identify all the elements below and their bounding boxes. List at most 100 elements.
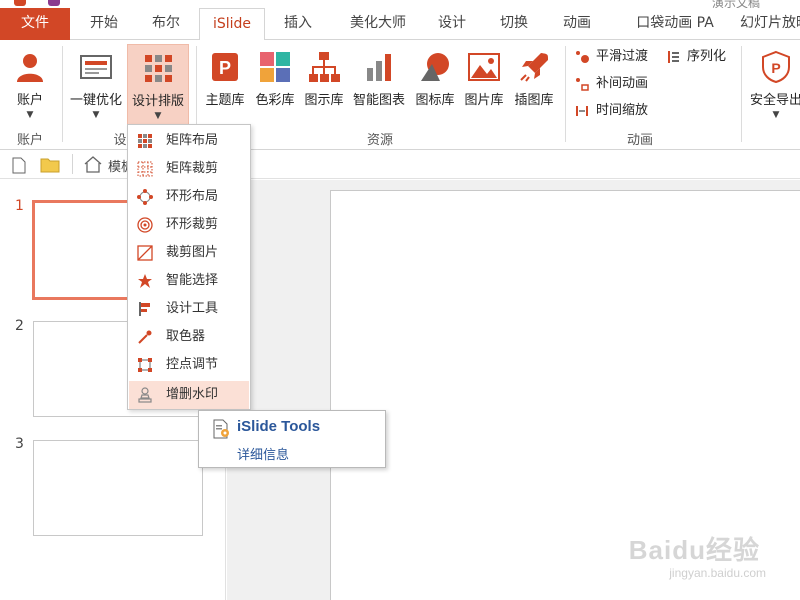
- picture-icon: [468, 53, 500, 81]
- menu-item-label: 矩阵裁剪: [166, 161, 219, 176]
- secure-export-button[interactable]: P 安全导出 ▼: [746, 44, 800, 126]
- menu-item-label: 矩阵布局: [166, 133, 219, 148]
- smart-chart-button[interactable]: 智能图表: [349, 44, 409, 126]
- menu-item-design-tools[interactable]: 设计工具: [129, 295, 249, 323]
- optimize-label: 一键优化: [69, 93, 122, 108]
- tween-animation-button[interactable]: 补间动画: [572, 73, 648, 95]
- serialize-button[interactable]: 序列化: [663, 46, 726, 68]
- menu-item-watermark[interactable]: 增删水印: [129, 381, 249, 409]
- picture-library-button[interactable]: 图片库: [460, 44, 508, 126]
- tab-islide[interactable]: iSlide: [199, 8, 265, 41]
- tab-beautify-master[interactable]: 美化大师: [336, 8, 420, 40]
- new-file-icon[interactable]: [12, 157, 26, 174]
- smart-select-icon: [138, 274, 152, 288]
- resource-label: 图示库: [304, 93, 344, 108]
- resource-label: 色彩库: [255, 93, 295, 108]
- account-button[interactable]: 账户 ▼: [4, 44, 56, 126]
- title-strip: [0, 0, 800, 8]
- tween-icon: [576, 78, 589, 91]
- chevron-down-icon: ▼: [92, 110, 100, 120]
- chevron-down-icon: ▼: [26, 110, 34, 120]
- group-label-resources: 资源: [366, 133, 393, 148]
- color-picker-icon: [138, 330, 152, 344]
- slide-number: 1: [15, 198, 24, 214]
- folder-icon[interactable]: [40, 157, 60, 173]
- handle-adjust-icon: [138, 358, 152, 372]
- theme-library-icon: P: [212, 53, 238, 81]
- smooth-transition-button[interactable]: 平滑过渡: [572, 46, 648, 68]
- svg-text:P: P: [219, 58, 231, 78]
- resource-label: 智能图表: [352, 93, 405, 108]
- menu-item-matrix-crop[interactable]: 矩阵裁剪: [129, 155, 249, 183]
- group-divider: [565, 46, 566, 142]
- design-layout-dropdown: 矩阵布局 矩阵裁剪 环形布局 环形裁剪 裁剪图片 智能选择 设计工具 取色器 控…: [127, 124, 251, 410]
- tab-transitions[interactable]: 切换: [490, 8, 538, 40]
- time-scale-icon: [576, 106, 588, 116]
- tab-home[interactable]: 开始: [78, 8, 130, 40]
- theme-library-button[interactable]: P 主题库: [200, 44, 250, 126]
- menu-item-ring-crop[interactable]: 环形裁剪: [129, 211, 249, 239]
- tab-boolean[interactable]: 布尔: [140, 8, 192, 40]
- resource-label: 图标库: [415, 93, 455, 108]
- menu-item-label: 环形裁剪: [166, 217, 219, 232]
- tooltip-title: iSlide Tools: [237, 418, 321, 435]
- menu-item-smart-select[interactable]: 智能选择: [129, 267, 249, 295]
- smooth-transition-icon: [576, 51, 589, 63]
- time-scale-label: 时间缩放: [596, 103, 649, 118]
- slide-thumbnail-3[interactable]: [33, 440, 203, 536]
- account-label: 账户: [16, 93, 43, 108]
- chevron-down-icon: ▼: [154, 111, 162, 121]
- group-divider: [741, 46, 742, 142]
- icon-library-icon: [421, 53, 449, 81]
- group-label-animation: 动画: [626, 133, 653, 148]
- slide-number: 2: [15, 318, 24, 334]
- watermark-url: jingyan.baidu.com: [669, 566, 766, 580]
- resource-label: 图片库: [464, 93, 504, 108]
- tooltip-details-link[interactable]: 详细信息: [237, 444, 289, 463]
- tab-insert[interactable]: 插入: [272, 8, 324, 40]
- menu-item-label: 取色器: [166, 329, 206, 344]
- file-toolbar: 模板: [0, 151, 800, 179]
- watermark-logo: Baidu经验: [628, 535, 760, 565]
- org-chart-icon: [309, 52, 340, 82]
- save-icon[interactable]: [14, 0, 26, 6]
- tab-pocket-animation[interactable]: 口袋动画 PA: [620, 8, 730, 40]
- menu-item-ring-layout[interactable]: 环形布局: [129, 183, 249, 211]
- illustration-library-button[interactable]: 插图库: [509, 44, 559, 126]
- rocket-icon: [520, 53, 548, 82]
- ring-layout-icon: [137, 189, 153, 205]
- tab-file[interactable]: 文件: [0, 8, 70, 40]
- menu-item-label: 裁剪图片: [166, 245, 219, 260]
- watermark-icon: [138, 387, 152, 403]
- tab-slideshow[interactable]: 幻灯片放映: [734, 8, 800, 40]
- design-layout-button[interactable]: 设计排版 ▼: [127, 44, 189, 126]
- time-scale-button[interactable]: 时间缩放: [572, 100, 648, 122]
- islide-tools-icon: [213, 419, 229, 439]
- chevron-down-icon: ▼: [772, 110, 780, 120]
- secure-export-label: 安全导出: [749, 93, 800, 108]
- tab-animations[interactable]: 动画: [553, 8, 601, 40]
- optimize-icon: [80, 55, 112, 79]
- icon-library-button[interactable]: 图标库: [411, 44, 459, 126]
- quick-access-icon[interactable]: [48, 0, 60, 6]
- tab-design[interactable]: 设计: [428, 8, 476, 40]
- one-click-optimize-button[interactable]: 一键优化 ▼: [66, 44, 126, 126]
- menu-item-handle-adjust[interactable]: 控点调节: [129, 351, 249, 379]
- shield-icon: P: [762, 50, 790, 84]
- slide-number: 3: [15, 436, 24, 452]
- diagram-library-button[interactable]: 图示库: [300, 44, 348, 126]
- menu-item-color-picker[interactable]: 取色器: [129, 323, 249, 351]
- menu-item-label: 环形布局: [166, 189, 219, 204]
- divider: [72, 154, 73, 174]
- color-library-button[interactable]: 色彩库: [251, 44, 299, 126]
- design-tools-icon: [139, 302, 150, 316]
- menu-item-matrix-layout[interactable]: 矩阵布局: [129, 127, 249, 155]
- home-icon[interactable]: [84, 156, 102, 173]
- bar-chart-icon: [367, 54, 391, 81]
- matrix-layout-icon: [138, 134, 152, 148]
- serialize-icon: [668, 51, 679, 63]
- menu-item-crop-image[interactable]: 裁剪图片: [129, 239, 249, 267]
- matrix-crop-icon: [137, 161, 153, 177]
- resource-label: 主题库: [205, 93, 245, 108]
- group-divider: [62, 46, 63, 142]
